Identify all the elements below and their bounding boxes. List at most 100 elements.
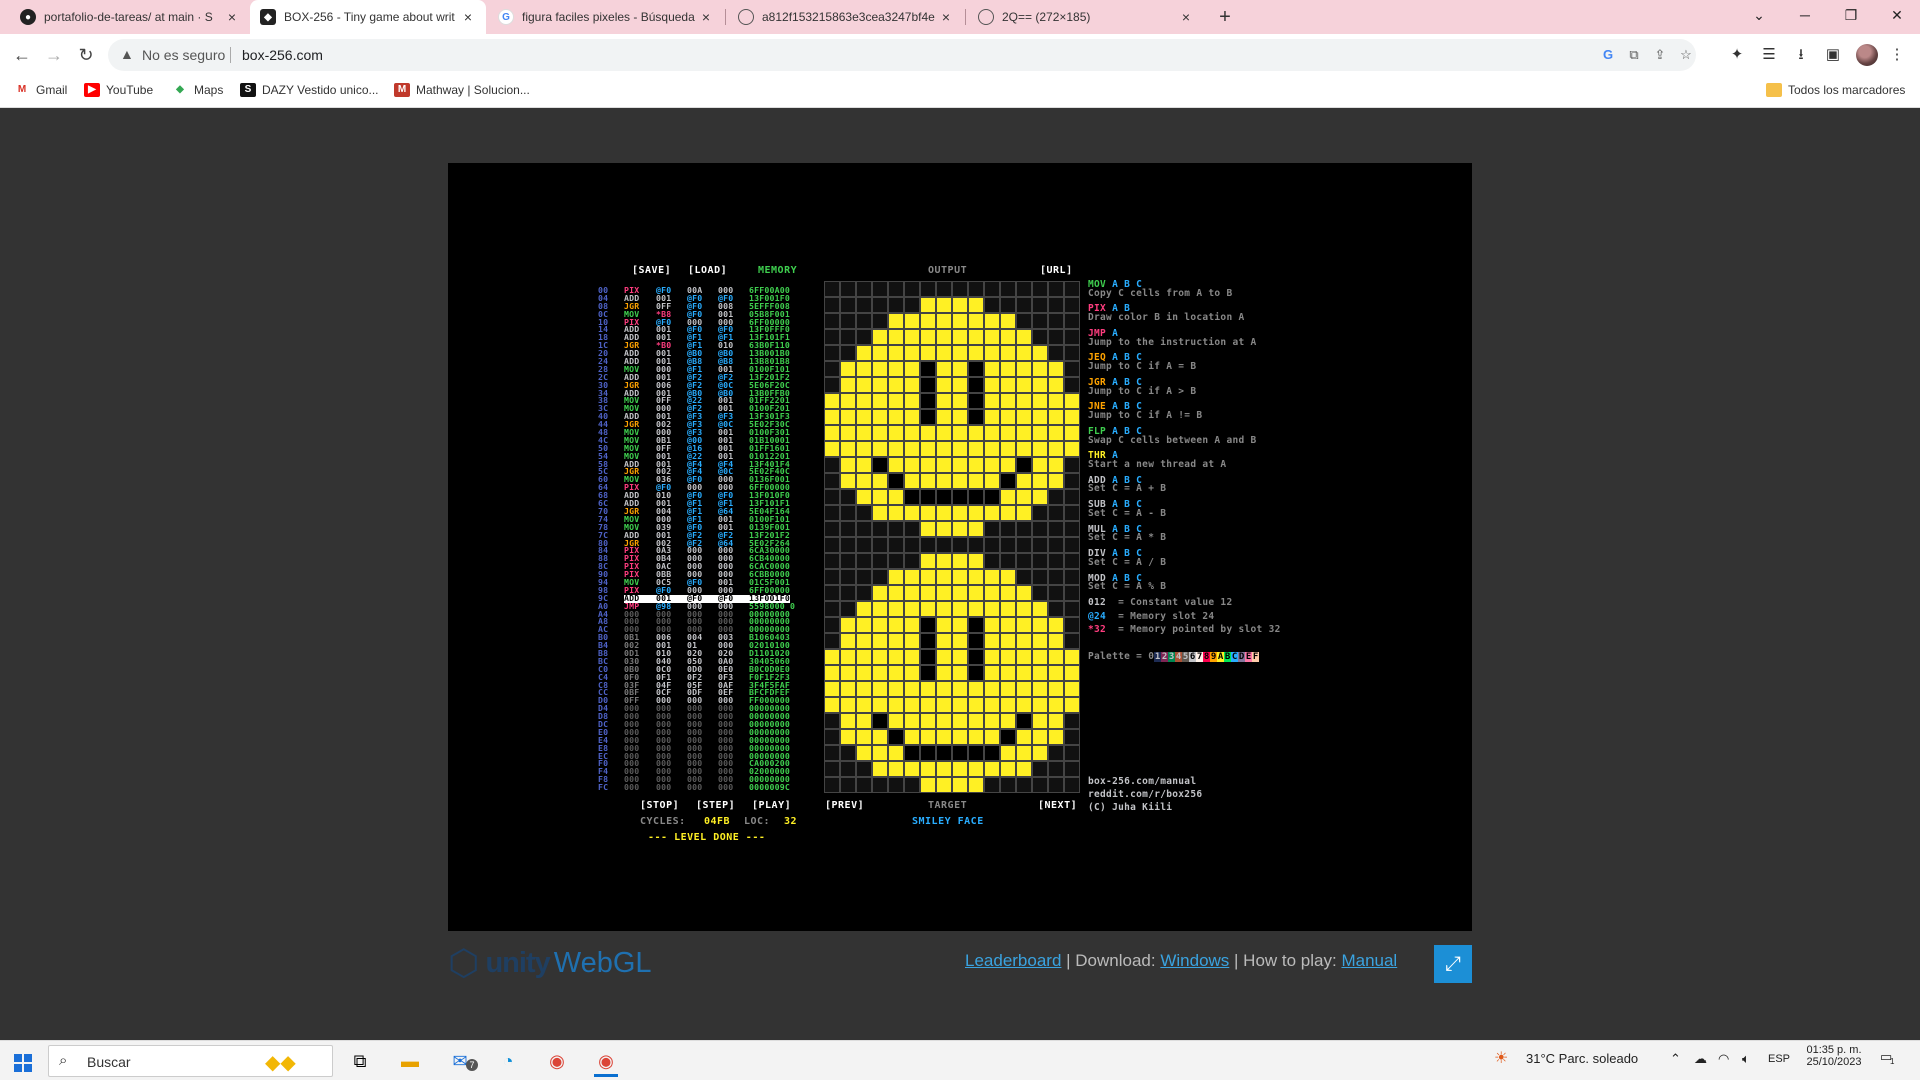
close-icon[interactable]: × bbox=[698, 9, 714, 25]
pixel-cell bbox=[856, 617, 872, 633]
download-icon[interactable]: ⭳ bbox=[1790, 44, 1812, 66]
tab-search-chevron-icon[interactable]: ⌄ bbox=[1736, 0, 1782, 30]
bookmarks-bar: M Gmail ▶ YouTube ◆ Maps S DAZY Vestido … bbox=[0, 76, 1920, 108]
pixel-cell bbox=[920, 697, 936, 713]
volume-icon[interactable]: 🔈︎ bbox=[1742, 1051, 1750, 1067]
chrome-icon[interactable]: ◉ bbox=[537, 1045, 577, 1077]
pixel-cell bbox=[888, 393, 904, 409]
pixel-cell bbox=[872, 329, 888, 345]
url-text[interactable]: box-256.com bbox=[242, 47, 323, 63]
pixel-cell bbox=[1016, 489, 1032, 505]
url-button[interactable]: [URL] bbox=[1040, 265, 1073, 276]
bookmark-dazy[interactable]: S DAZY Vestido unico... bbox=[240, 83, 379, 97]
forward-button[interactable]: → bbox=[40, 42, 68, 68]
tab-google-search[interactable]: G figura faciles pixeles - Búsqueda × bbox=[488, 0, 724, 34]
all-bookmarks[interactable]: Todos los marcadores bbox=[1766, 83, 1905, 97]
tab-github[interactable]: ● portafolio-de-tareas/ at main · S × bbox=[10, 0, 250, 34]
onedrive-icon[interactable]: ☁ bbox=[1694, 1051, 1707, 1067]
reload-button[interactable]: ↻ bbox=[72, 42, 100, 68]
tray-chevron-icon[interactable]: ⌃ bbox=[1670, 1051, 1681, 1067]
fullscreen-button[interactable]: ⤢ bbox=[1434, 945, 1472, 983]
close-icon[interactable]: × bbox=[938, 9, 954, 25]
manual-link[interactable]: Manual bbox=[1341, 951, 1397, 970]
reading-list-icon[interactable]: ☰ bbox=[1758, 44, 1780, 66]
credit-link[interactable]: reddit.com/r/box256 bbox=[1088, 788, 1202, 801]
pixel-cell bbox=[856, 777, 872, 793]
pixel-cell bbox=[920, 553, 936, 569]
back-button[interactable]: ← bbox=[8, 42, 36, 68]
translate-icon[interactable]: ⧉ bbox=[1624, 45, 1644, 65]
pixel-cell bbox=[872, 729, 888, 745]
tab-image[interactable]: a812f153215863e3cea3247bf4e × bbox=[728, 0, 964, 34]
opcode[interactable]: 000 bbox=[624, 783, 656, 792]
file-explorer-icon[interactable]: ▬ bbox=[390, 1045, 430, 1077]
save-button[interactable]: [SAVE] bbox=[632, 265, 671, 276]
clock[interactable]: 01:35 p. m. 25/10/2023 bbox=[1802, 1044, 1866, 1068]
profile-avatar[interactable] bbox=[1856, 44, 1878, 66]
next-button[interactable]: [NEXT] bbox=[1038, 800, 1077, 811]
language-indicator[interactable]: ESP bbox=[1768, 1053, 1790, 1065]
edge-icon[interactable]: ◔ bbox=[488, 1045, 528, 1077]
github-icon: ● bbox=[20, 9, 36, 25]
pixel-cell bbox=[936, 473, 952, 489]
pixel-cell bbox=[1000, 505, 1016, 521]
start-button[interactable] bbox=[8, 1049, 38, 1075]
tab-image-2q[interactable]: 2Q== (272×185) × bbox=[968, 0, 1204, 34]
address-bar[interactable]: ▲ No es seguro box-256.com G ⧉ ⇪ ☆ bbox=[108, 39, 1696, 71]
bookmark-star-icon[interactable]: ☆ bbox=[1676, 45, 1696, 65]
bookmark-mathway[interactable]: M Mathway | Solucion... bbox=[394, 83, 530, 97]
arg-c[interactable]: 000 bbox=[718, 783, 749, 792]
bookmark-gmail[interactable]: M Gmail bbox=[14, 83, 68, 97]
mail-icon[interactable]: ✉ 7 bbox=[440, 1045, 480, 1077]
reference-item-add: ADD A B C Set C = A + B bbox=[1088, 476, 1408, 494]
pixel-cell bbox=[1000, 729, 1016, 745]
weather-icon[interactable]: ☀ bbox=[1494, 1048, 1508, 1068]
wifi-icon[interactable]: ◠ bbox=[1718, 1051, 1729, 1067]
gmail-icon: M bbox=[17, 84, 27, 95]
warning-icon[interactable]: ▲ bbox=[120, 46, 134, 62]
load-button[interactable]: [LOAD] bbox=[688, 265, 727, 276]
bookmark-maps[interactable]: ◆ Maps bbox=[172, 83, 223, 97]
pixel-cell bbox=[1032, 649, 1048, 665]
close-icon[interactable]: × bbox=[224, 9, 240, 25]
new-tab-button[interactable]: + bbox=[1213, 6, 1237, 28]
pixel-cell bbox=[1016, 281, 1032, 297]
stop-button[interactable]: [STOP] bbox=[640, 800, 679, 811]
pixel-cell bbox=[920, 585, 936, 601]
pixel-cell bbox=[872, 713, 888, 729]
prev-button[interactable]: [PREV] bbox=[825, 800, 864, 811]
palette-swatch: 2 bbox=[1161, 651, 1169, 662]
step-button[interactable]: [STEP] bbox=[696, 800, 735, 811]
pixel-cell bbox=[856, 729, 872, 745]
notifications-icon[interactable]: ▭ 1 bbox=[1880, 1049, 1894, 1066]
code-editor[interactable]: 00 PIX @F0 00A 000 6FF00A00 04 ADD 001 @F0 @F0 13F0… bbox=[598, 286, 795, 792]
menu-kebab-icon[interactable]: ⋮ bbox=[1886, 44, 1908, 66]
weather-text[interactable]: 31°C Parc. soleado bbox=[1526, 1051, 1638, 1066]
share-icon[interactable]: ⇪ bbox=[1650, 45, 1670, 65]
arg-a[interactable]: 000 bbox=[656, 783, 687, 792]
tab-box256[interactable]: ◆ BOX-256 - Tiny game about writ × bbox=[250, 0, 486, 34]
credit-link[interactable]: box-256.com/manual bbox=[1088, 775, 1202, 788]
not-secure-label[interactable]: No es seguro bbox=[142, 47, 225, 63]
close-icon[interactable]: × bbox=[1178, 9, 1194, 25]
task-view-icon[interactable]: ⧉ bbox=[340, 1045, 380, 1077]
leaderboard-link[interactable]: Leaderboard bbox=[965, 951, 1061, 970]
play-button[interactable]: [PLAY] bbox=[752, 800, 791, 811]
memory-value[interactable]: 0000009C bbox=[749, 783, 790, 792]
chrome-profile-icon[interactable]: ◉ bbox=[586, 1045, 626, 1077]
windows-download-link[interactable]: Windows bbox=[1160, 951, 1229, 970]
taskbar-search[interactable]: ⌕ Buscar ◆◆ bbox=[48, 1045, 333, 1077]
close-window-button[interactable]: ✕ bbox=[1874, 0, 1920, 30]
side-panel-icon[interactable]: ▣ bbox=[1822, 44, 1844, 66]
google-lens-icon[interactable]: G bbox=[1598, 45, 1618, 65]
extensions-icon[interactable]: ✦ bbox=[1726, 44, 1748, 66]
pixel-cell bbox=[856, 601, 872, 617]
game-canvas[interactable]: [SAVE] [LOAD] MEMORY OUTPUT [URL] 00 PIX @… bbox=[448, 163, 1472, 931]
close-icon[interactable]: × bbox=[460, 9, 476, 25]
code-row[interactable]: FC 000 000 000 000 0000009C bbox=[598, 783, 790, 792]
restore-button[interactable]: ❐ bbox=[1828, 0, 1874, 30]
bookmark-youtube[interactable]: ▶ YouTube bbox=[84, 83, 153, 97]
arg-b[interactable]: 000 bbox=[687, 783, 718, 792]
pixel-cell bbox=[824, 777, 840, 793]
minimize-button[interactable]: ─ bbox=[1782, 0, 1828, 30]
